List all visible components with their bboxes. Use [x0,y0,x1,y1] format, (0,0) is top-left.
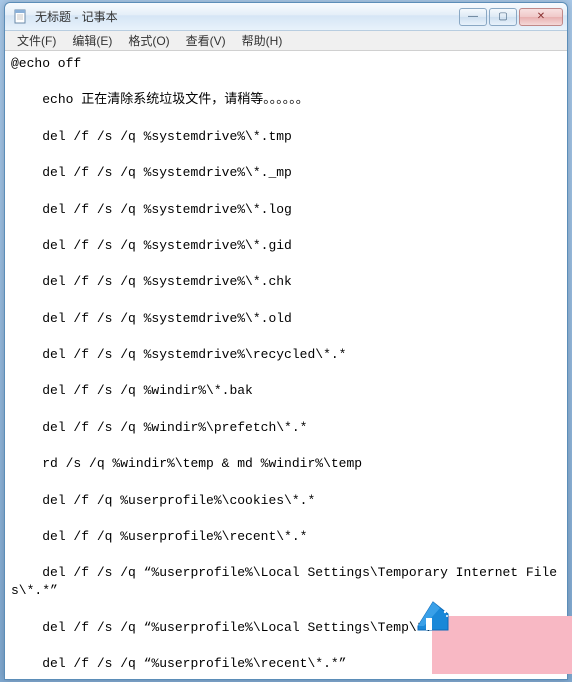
menu-format[interactable]: 格式(O) [120,30,177,51]
close-icon: ✕ [537,11,545,22]
menubar: 文件(F) 编辑(E) 格式(O) 查看(V) 帮助(H) [5,31,567,51]
notepad-icon [13,9,29,25]
minimize-button[interactable]: — [459,8,487,26]
window-title: 无标题 - 记事本 [33,8,459,25]
maximize-button[interactable]: ▢ [489,8,517,26]
menu-view[interactable]: 查看(V) [178,30,234,51]
menu-edit[interactable]: 编辑(E) [64,30,120,51]
maximize-icon: ▢ [498,11,507,22]
text-editor-area[interactable]: @echo off echo 正在清除系统垃圾文件，请稍等。。。。。。 del … [5,51,567,679]
titlebar[interactable]: 无标题 - 记事本 — ▢ ✕ [5,3,567,31]
notepad-window: 无标题 - 记事本 — ▢ ✕ 文件(F) 编辑(E) 格式(O) 查看(V) … [4,2,568,680]
menu-file[interactable]: 文件(F) [9,30,64,51]
watermark-logo-icon [412,596,454,634]
minimize-icon: — [468,11,478,22]
menu-help[interactable]: 帮助(H) [234,30,291,51]
close-button[interactable]: ✕ [519,8,563,26]
window-controls: — ▢ ✕ [459,8,563,26]
